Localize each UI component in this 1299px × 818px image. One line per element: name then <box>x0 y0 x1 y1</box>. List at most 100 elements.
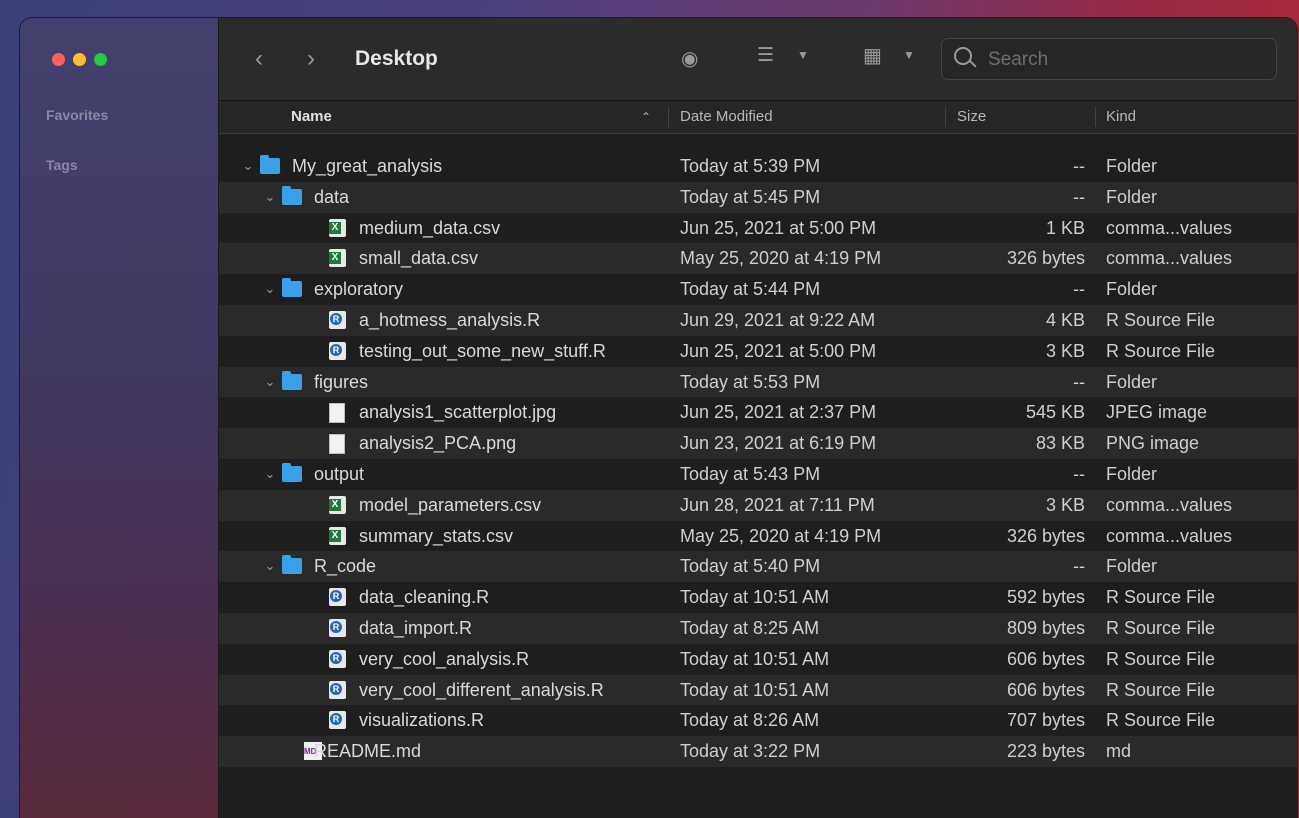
column-header-name[interactable]: Name <box>291 101 332 133</box>
sidebar-section-tags[interactable]: Tags <box>46 157 78 173</box>
file-row[interactable]: ⌄ My_great_analysis Today at 5:39 PM -- Fold… <box>219 151 1297 182</box>
file-date-modified: Jun 29, 2021 at 9:22 AM <box>680 309 876 330</box>
csv-file-icon <box>329 218 346 237</box>
file-row[interactable]: visualizations.R Today at 8:26 AM 707 byte… <box>219 705 1297 736</box>
minimize-button[interactable] <box>73 53 86 66</box>
file-name: exploratory <box>314 279 404 300</box>
file-row[interactable]: medium_data.csv Jun 25, 2021 at 5:00 PM 1 … <box>219 213 1297 244</box>
file-size: 83 KB <box>1035 433 1085 454</box>
column-divider[interactable] <box>668 107 669 127</box>
file-size: -- <box>1073 156 1085 176</box>
file-row[interactable]: ⌄ exploratory Today at 5:44 PM -- Folder <box>219 274 1297 305</box>
column-header-kind[interactable]: Kind <box>1106 101 1136 133</box>
file-row[interactable]: analysis1_scatterplot.jpg Jun 25, 2021 at… <box>219 397 1297 428</box>
file-date-modified: Today at 3:22 PM <box>680 741 821 762</box>
sidebar-section-favorites[interactable]: Favorites <box>46 107 108 123</box>
finder-window: Favorites Tags ‹ › Desktop ◉ ☰ ▼ ▦ ▼ Sea… <box>20 18 1297 818</box>
folder-icon <box>282 555 302 575</box>
file-row[interactable]: data_import.R Today at 8:25 AM 809 bytes R … <box>219 612 1297 644</box>
file-size: -- <box>1073 371 1085 392</box>
file-row[interactable]: ⌄ output Today at 5:43 PM -- Folder <box>219 459 1297 490</box>
file-date-modified: Today at 5:44 PM <box>680 279 821 300</box>
file-name: output <box>314 463 365 484</box>
file-name: data_import.R <box>359 617 473 638</box>
close-button[interactable] <box>52 53 65 66</box>
window-title: Desktop <box>355 47 438 70</box>
file-name: a_hotmess_analysis.R <box>359 309 541 330</box>
disclosure-chevron-down-icon[interactable]: ⌄ <box>263 367 277 398</box>
quick-look-eye-icon[interactable]: ◉ <box>681 46 698 71</box>
column-divider[interactable] <box>1095 107 1096 127</box>
file-kind: R Source File <box>1106 648 1216 669</box>
disclosure-chevron-down-icon[interactable]: ⌄ <box>263 182 277 213</box>
column-header-size[interactable]: Size <box>957 101 986 133</box>
toolbar: ‹ › Desktop ◉ ☰ ▼ ▦ ▼ Search <box>219 18 1297 101</box>
file-row[interactable]: very_cool_analysis.R Today at 10:51 AM 606… <box>219 644 1297 675</box>
file-name: very_cool_analysis.R <box>359 648 530 669</box>
column-divider[interactable] <box>945 107 946 127</box>
file-size: -- <box>1073 186 1085 207</box>
file-size: -- <box>1073 279 1085 300</box>
file-kind: comma...values <box>1106 217 1233 238</box>
file-name: My_great_analysis <box>292 156 443 176</box>
file-name: data_cleaning.R <box>359 587 490 608</box>
file-kind: R Source File <box>1106 309 1216 330</box>
file-row[interactable]: data_cleaning.R Today at 10:51 AM 592 byte… <box>219 582 1297 613</box>
file-name: summary_stats.csv <box>359 525 514 546</box>
list-view-chevron-down-icon[interactable]: ▼ <box>797 48 809 62</box>
file-row[interactable]: ⌄ figures Today at 5:53 PM -- Folder <box>219 366 1297 398</box>
file-size: 223 bytes <box>1006 741 1085 762</box>
file-row[interactable]: ⌄ R_code Today at 5:40 PM -- Folder <box>219 551 1297 583</box>
back-chevron-icon[interactable]: ‹ <box>255 45 263 73</box>
group-by-grid-icon[interactable]: ▦ <box>863 43 882 68</box>
disclosure-chevron-down-icon[interactable]: ⌄ <box>241 151 255 182</box>
file-size: 326 bytes <box>1006 248 1085 269</box>
main-pane: ‹ › Desktop ◉ ☰ ▼ ▦ ▼ Search Name ⌃ Date… <box>219 18 1297 818</box>
disclosure-chevron-down-icon[interactable]: ⌄ <box>263 274 277 305</box>
search-field[interactable]: Search <box>941 38 1277 80</box>
file-kind: R Source File <box>1106 340 1216 361</box>
maximize-button[interactable] <box>94 53 107 66</box>
file-date-modified: Today at 5:43 PM <box>680 463 821 484</box>
file-row[interactable]: small_data.csv May 25, 2020 at 4:19 PM 326… <box>219 243 1297 275</box>
csv-file-icon <box>329 526 346 545</box>
file-kind: Folder <box>1106 371 1158 392</box>
sort-ascending-icon[interactable]: ⌃ <box>641 101 651 133</box>
file-size: 4 KB <box>1045 309 1085 330</box>
folder-icon <box>282 370 302 390</box>
file-row[interactable]: summary_stats.csv May 25, 2020 at 4:19 PM… <box>219 521 1297 552</box>
file-list: ⌄ My_great_analysis Today at 5:39 PM -- Fold… <box>219 151 1297 767</box>
csv-file-icon <box>329 495 346 514</box>
forward-chevron-icon[interactable]: › <box>307 45 315 73</box>
file-size: 809 bytes <box>1006 617 1085 638</box>
file-date-modified: May 25, 2020 at 4:19 PM <box>680 525 882 546</box>
file-row[interactable]: a_hotmess_analysis.R Jun 29, 2021 at 9:22… <box>219 304 1297 336</box>
file-row[interactable]: testing_out_some_new_stuff.R Jun 25, 2021… <box>219 336 1297 367</box>
r-file-icon <box>329 341 346 360</box>
file-size: 3 KB <box>1045 340 1085 361</box>
group-by-chevron-down-icon[interactable]: ▼ <box>903 48 915 62</box>
sidebar: Favorites Tags <box>20 18 219 818</box>
file-date-modified: Jun 23, 2021 at 6:19 PM <box>680 433 877 454</box>
folder-icon <box>282 278 302 298</box>
file-row[interactable]: very_cool_different_analysis.R Today at 1… <box>219 674 1297 706</box>
file-row[interactable]: model_parameters.csv Jun 28, 2021 at 7:11… <box>219 489 1297 521</box>
list-view-icon[interactable]: ☰ <box>757 44 774 67</box>
file-name: medium_data.csv <box>359 217 501 238</box>
file-size: 3 KB <box>1045 494 1085 515</box>
file-name: testing_out_some_new_stuff.R <box>359 340 606 361</box>
file-size: 606 bytes <box>1006 648 1085 669</box>
file-kind: JPEG image <box>1106 402 1208 423</box>
file-date-modified: Today at 5:39 PM <box>680 156 821 176</box>
disclosure-chevron-down-icon[interactable]: ⌄ <box>263 459 277 490</box>
file-row[interactable]: analysis2_PCA.png Jun 23, 2021 at 6:19 PM… <box>219 428 1297 459</box>
file-kind: Folder <box>1106 556 1158 577</box>
file-kind: R Source File <box>1106 710 1216 731</box>
column-header-date-modified[interactable]: Date Modified <box>680 101 773 133</box>
file-row[interactable]: ⌄ data Today at 5:45 PM -- Folder <box>219 181 1297 213</box>
file-date-modified: Today at 5:53 PM <box>680 371 821 392</box>
file-date-modified: Jun 28, 2021 at 7:11 PM <box>680 494 875 515</box>
file-date-modified: Today at 8:26 AM <box>680 710 820 731</box>
file-row[interactable]: README.md Today at 3:22 PM 223 bytes md <box>219 736 1297 767</box>
disclosure-chevron-down-icon[interactable]: ⌄ <box>263 551 277 582</box>
